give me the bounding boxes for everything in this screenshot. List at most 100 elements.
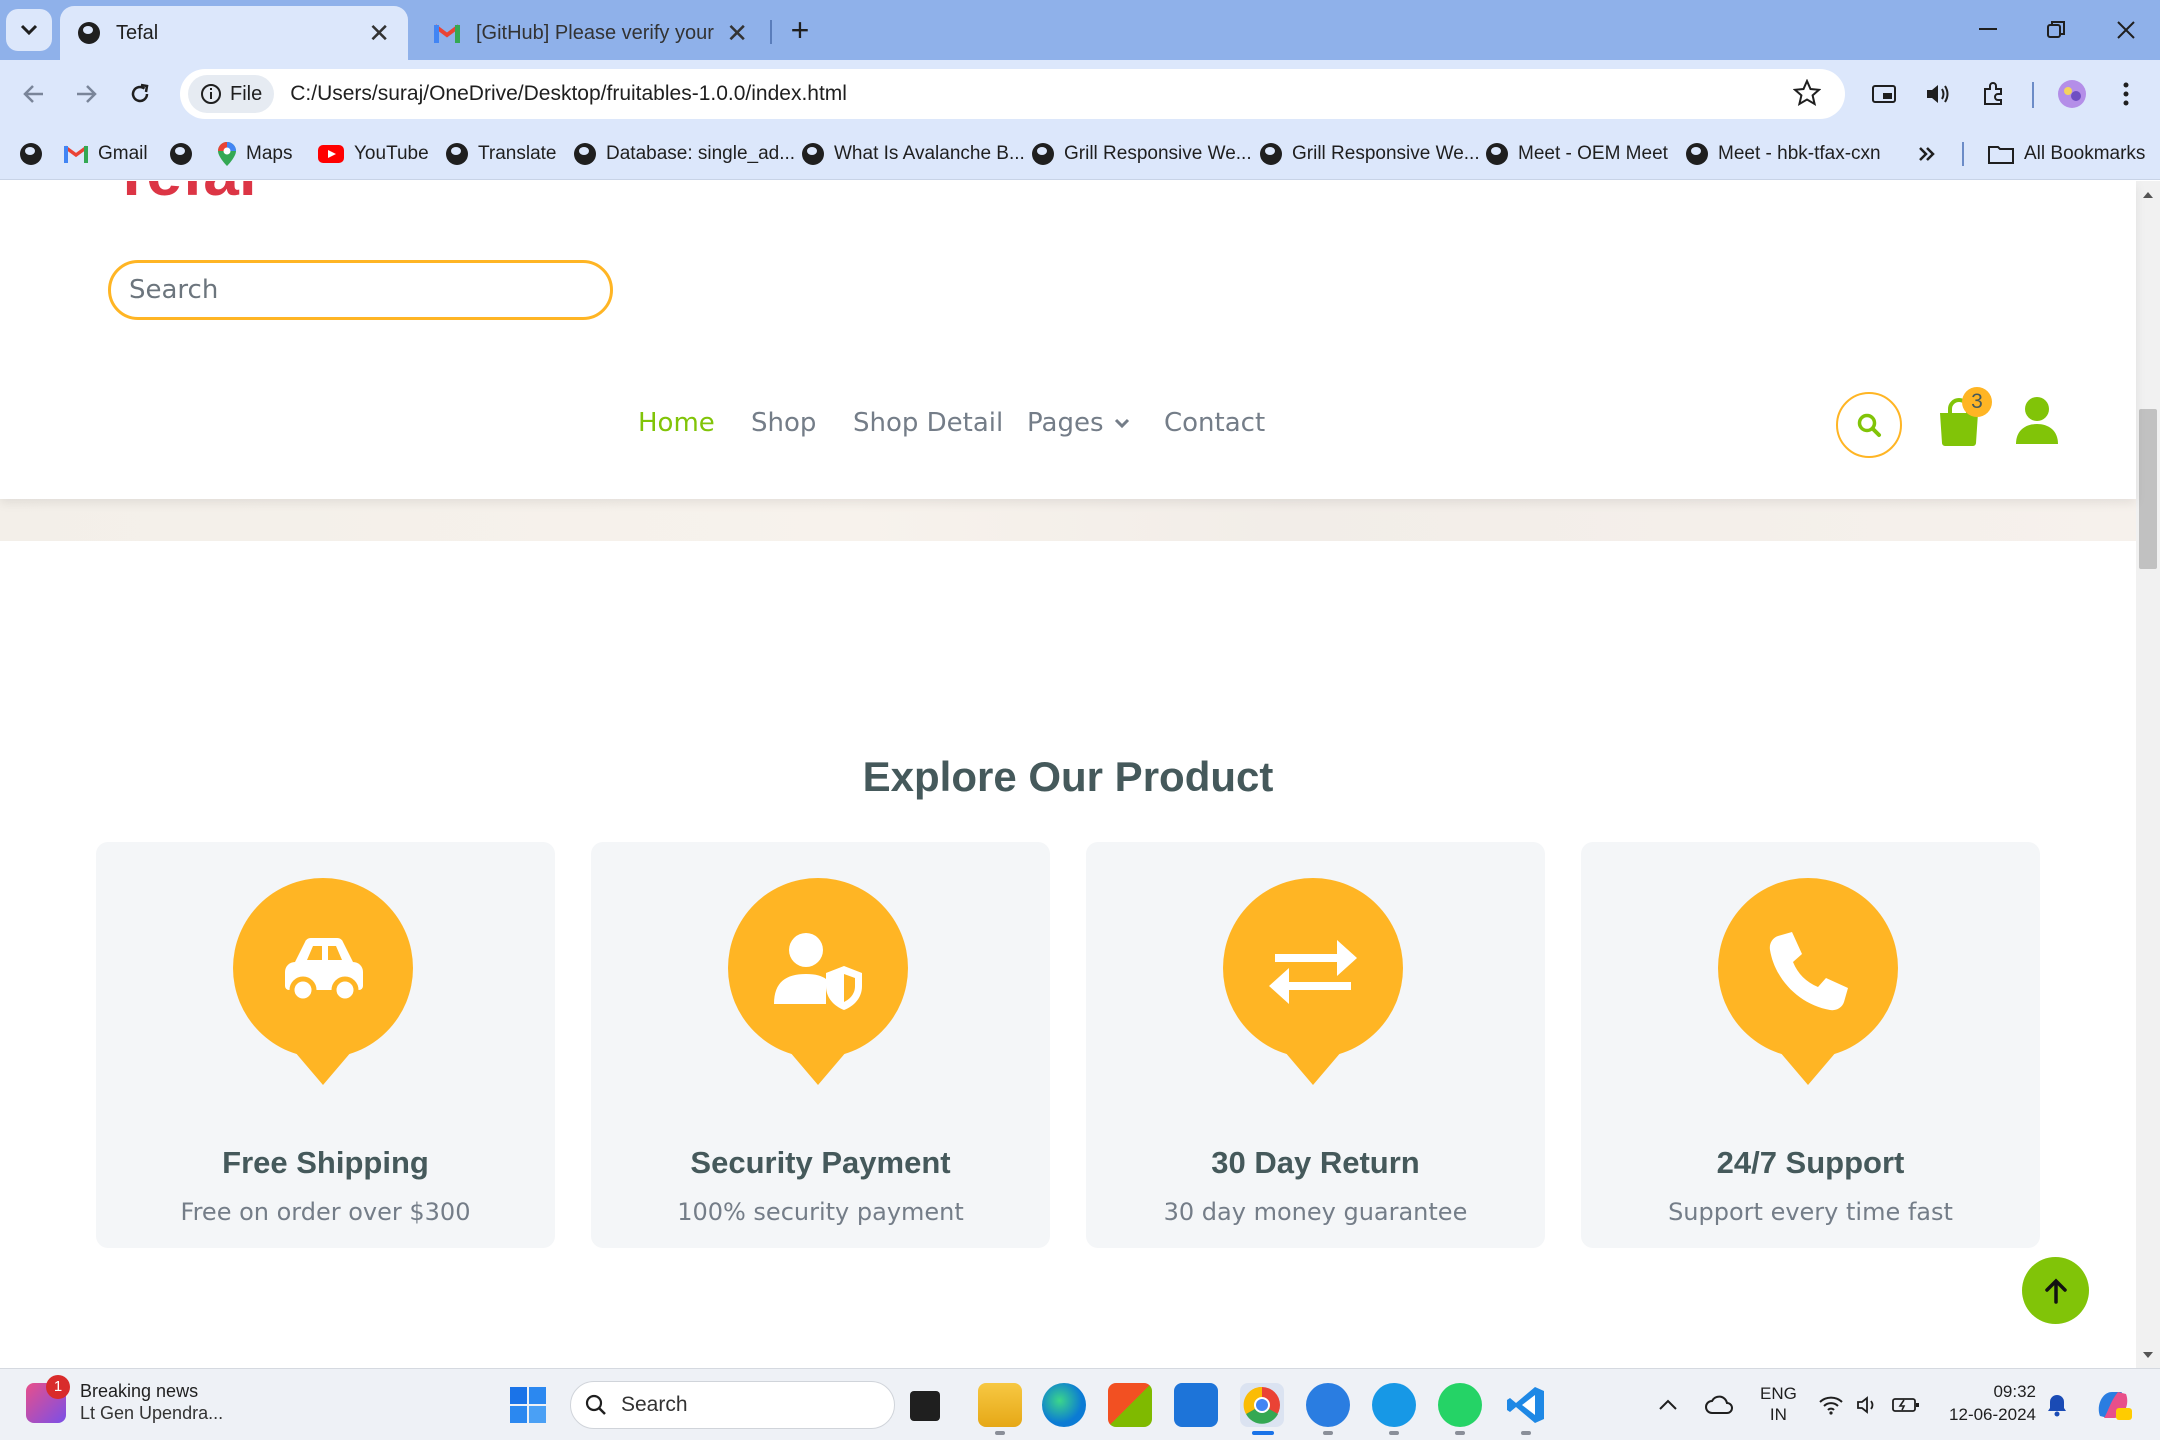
- chevron-down-icon: [20, 24, 38, 36]
- bookmark-avalanche[interactable]: What Is Avalanche B...: [802, 128, 1025, 180]
- feature-title: Security Payment: [690, 1145, 951, 1180]
- nav-pages-dropdown[interactable]: Pages: [1027, 403, 1130, 443]
- site-info-chip[interactable]: File: [188, 75, 275, 113]
- copilot-icon[interactable]: [2094, 1369, 2132, 1441]
- speaker-icon[interactable]: [1918, 74, 1958, 114]
- taskbar-search-label: Search: [621, 1393, 688, 1416]
- phone-icon: [1718, 878, 1898, 1085]
- mail-icon[interactable]: [1174, 1383, 1218, 1427]
- bookmark-item[interactable]: [170, 128, 202, 180]
- bookmarks-overflow-button[interactable]: [1918, 128, 1936, 180]
- task-view-icon[interactable]: [910, 1391, 940, 1421]
- battery-icon[interactable]: [1892, 1369, 1920, 1441]
- news-subtitle: Lt Gen Upendra...: [80, 1402, 224, 1423]
- close-icon[interactable]: ✕: [368, 18, 390, 49]
- feature-title: 24/7 Support: [1716, 1145, 1905, 1180]
- feature-subtitle: 30 day money guarantee: [1163, 1198, 1468, 1226]
- nav-shop-detail[interactable]: Shop Detail: [853, 403, 1003, 443]
- bookmark-translate[interactable]: Translate: [446, 128, 557, 180]
- bookmark-gmail[interactable]: Gmail: [64, 128, 148, 180]
- wifi-icon[interactable]: [1818, 1369, 1844, 1441]
- user-icon: [2016, 397, 2058, 444]
- site-logo[interactable]: Tefal: [112, 181, 257, 205]
- news-widget-icon: 1: [26, 1374, 70, 1423]
- back-button[interactable]: [14, 74, 54, 114]
- exchange-arrows-icon: [1223, 878, 1403, 1085]
- bookmark-star-icon[interactable]: [1793, 79, 1821, 107]
- minimize-icon[interactable]: [1968, 10, 2008, 50]
- bookmark-youtube[interactable]: YouTube: [318, 128, 429, 180]
- news-widget[interactable]: 1 Breaking news Lt Gen Upendra...: [26, 1374, 224, 1424]
- chevron-down-icon: [1114, 418, 1129, 428]
- nav-contact[interactable]: Contact: [1164, 403, 1265, 443]
- chrome-active-slot[interactable]: [1240, 1383, 1284, 1427]
- header-search-button[interactable]: [1836, 392, 1902, 458]
- search-input[interactable]: [111, 263, 610, 317]
- user-shield-icon: [728, 878, 908, 1085]
- windows-taskbar: 1 Breaking news Lt Gen Upendra... Search…: [0, 1368, 2160, 1440]
- all-bookmarks-button[interactable]: All Bookmarks: [1988, 128, 2145, 180]
- globe-icon: [78, 22, 100, 44]
- back-to-top-button[interactable]: [2022, 1257, 2089, 1324]
- file-explorer-icon[interactable]: [978, 1383, 1022, 1427]
- bookmark-grill-2[interactable]: Grill Responsive We...: [1260, 128, 1480, 180]
- forward-button[interactable]: [66, 74, 106, 114]
- feature-title: Free Shipping: [222, 1145, 429, 1180]
- scrollbar-thumb[interactable]: [2139, 409, 2157, 569]
- bookmark-item[interactable]: [20, 128, 52, 180]
- nav-shop[interactable]: Shop: [751, 403, 816, 443]
- site-search-box[interactable]: [108, 260, 613, 320]
- bookmark-maps[interactable]: Maps: [218, 128, 292, 180]
- input-language-indicator[interactable]: ENG IN: [1760, 1383, 1797, 1426]
- folder-icon: [1988, 146, 2014, 164]
- picture-in-picture-icon[interactable]: [1864, 74, 1904, 114]
- tab-title: Tefal: [116, 21, 159, 44]
- whatsapp-icon[interactable]: [1438, 1383, 1482, 1427]
- new-tab-button[interactable]: +: [780, 10, 820, 50]
- app-running-indicator: [1323, 1431, 1333, 1435]
- onedrive-cloud-icon[interactable]: [1704, 1369, 1734, 1441]
- notifications-bell-icon[interactable]: [2046, 1369, 2068, 1441]
- bookmark-meet-hbk[interactable]: Meet - hbk-tfax-cxn: [1686, 128, 1881, 180]
- scroll-down-arrow-icon[interactable]: [2142, 1349, 2154, 1361]
- gmail-icon: [64, 145, 88, 163]
- copilot-app-icon[interactable]: [1306, 1383, 1350, 1427]
- globe-icon: [170, 143, 192, 165]
- volume-icon[interactable]: [1856, 1369, 1880, 1441]
- start-button[interactable]: [510, 1387, 546, 1423]
- window-close-icon[interactable]: [2106, 10, 2146, 50]
- bookmark-meet-oem[interactable]: Meet - OEM Meet: [1486, 128, 1668, 180]
- skype-icon[interactable]: [1372, 1383, 1416, 1427]
- app-active-indicator: [1252, 1431, 1274, 1435]
- extensions-puzzle-icon[interactable]: [1974, 74, 2014, 114]
- search-icon: [585, 1394, 606, 1415]
- microsoft-store-icon[interactable]: [1108, 1383, 1152, 1427]
- tab-github[interactable]: [GitHub] Please verify your devi ✕: [416, 6, 766, 60]
- account-button[interactable]: [2014, 396, 2060, 446]
- edge-browser-icon[interactable]: [1042, 1383, 1086, 1427]
- profile-avatar[interactable]: [2052, 74, 2092, 114]
- tray-overflow-icon[interactable]: [1658, 1369, 1678, 1441]
- close-icon[interactable]: ✕: [726, 18, 748, 49]
- taskbar-search-box[interactable]: Search: [570, 1381, 895, 1429]
- scroll-up-arrow-icon[interactable]: [2142, 189, 2154, 201]
- browser-menu-icon[interactable]: [2106, 74, 2146, 114]
- globe-icon: [1486, 143, 1508, 165]
- url-text[interactable]: C:/Users/suraj/OneDrive/Desktop/fruitabl…: [290, 82, 847, 106]
- page-scrollbar[interactable]: [2136, 181, 2160, 1368]
- nav-home[interactable]: Home: [638, 403, 715, 443]
- system-clock[interactable]: 09:32 12-06-2024: [1940, 1381, 2036, 1427]
- browser-toolbar: File C:/Users/suraj/OneDrive/Desktop/fru…: [0, 60, 2160, 128]
- reload-button[interactable]: [120, 74, 160, 114]
- restore-icon[interactable]: [2036, 10, 2076, 50]
- bookmark-database[interactable]: Database: single_ad...: [574, 128, 795, 180]
- section-title: Explore Our Product: [862, 753, 1274, 800]
- bookmark-grill-1[interactable]: Grill Responsive We...: [1032, 128, 1252, 180]
- reload-icon: [131, 83, 149, 103]
- tab-tefal[interactable]: Tefal ✕: [60, 6, 408, 60]
- toolbar-separator: [2032, 82, 2034, 108]
- address-bar[interactable]: File C:/Users/suraj/OneDrive/Desktop/fru…: [180, 69, 1845, 119]
- feature-card-security-payment: Security Payment 100% security payment: [591, 842, 1050, 1248]
- tab-search-button[interactable]: [6, 9, 52, 51]
- vscode-icon[interactable]: [1504, 1383, 1548, 1427]
